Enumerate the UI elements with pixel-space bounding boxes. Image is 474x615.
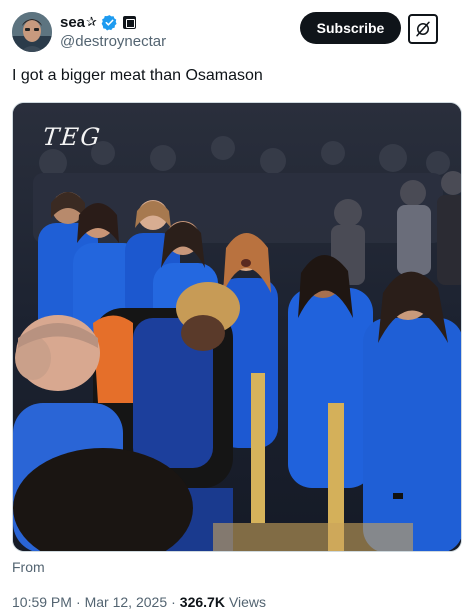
views-count[interactable]: 326.7K <box>180 594 225 610</box>
video-frame <box>13 103 461 551</box>
video-overlay-text: TEG <box>41 123 104 151</box>
grok-button[interactable] <box>408 14 438 44</box>
media-source-label[interactable]: From <box>12 559 45 575</box>
affiliate-badge-icon[interactable] <box>122 15 136 29</box>
star-emoji: ✰ <box>86 14 97 30</box>
tweet-meta: 10:59 PM · Mar 12, 2025 · 326.7K Views <box>12 594 266 610</box>
tweet-text: I got a bigger meat than Osamason <box>12 67 263 84</box>
author-avatar[interactable] <box>12 12 52 52</box>
meta-separator: · <box>171 594 176 610</box>
author-names: sea ✰ @destroynectar <box>60 12 166 51</box>
display-name-row[interactable]: sea ✰ <box>60 12 166 32</box>
meta-separator: · <box>75 594 81 610</box>
avatar-image <box>12 12 52 52</box>
tweet-card: sea ✰ @destroynectar Subscribe I got a b… <box>0 0 474 615</box>
views-label: Views <box>228 594 267 610</box>
author-handle[interactable]: @destroynectar <box>60 33 166 50</box>
tweet-date[interactable]: Mar 12, 2025 <box>85 594 168 610</box>
verified-badge-icon[interactable] <box>101 14 118 31</box>
display-name[interactable]: sea <box>60 14 85 31</box>
subscribe-button[interactable]: Subscribe <box>300 12 401 44</box>
tweet-time[interactable]: 10:59 PM <box>12 594 72 610</box>
grok-icon <box>416 21 430 37</box>
tweet-media-video[interactable]: TEG <box>12 102 462 552</box>
